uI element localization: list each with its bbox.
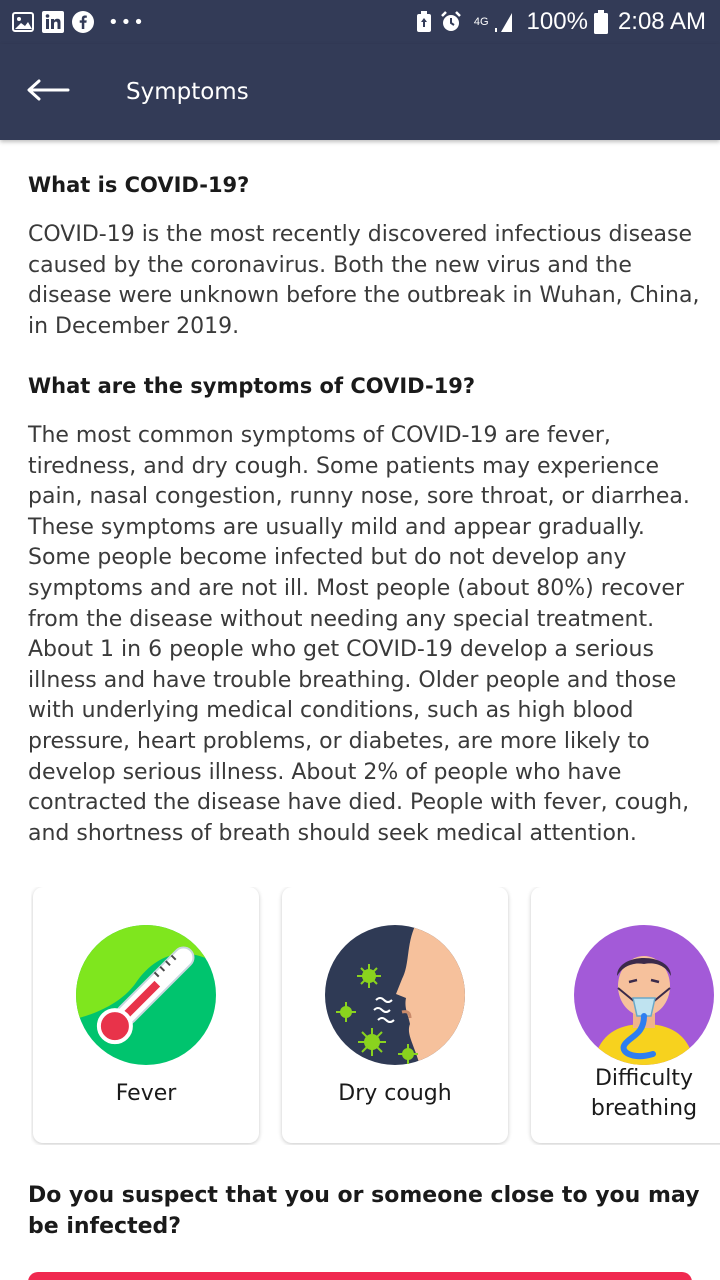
more-dots-icon: ••• [108, 11, 146, 33]
battery-saver-icon [416, 11, 432, 33]
battery-percent: 100% [526, 8, 588, 35]
back-arrow-icon [26, 78, 70, 106]
section-body-symptoms: The most common symptoms of COVID-19 are… [28, 423, 690, 846]
symptom-cards: Fever Dry cough Difficulty breathing [31, 887, 720, 1145]
check-symptoms-button[interactable] [28, 1272, 692, 1280]
facebook-icon [72, 11, 94, 33]
app-bar: Symptoms [0, 44, 720, 140]
battery-icon [593, 10, 608, 34]
page-title: Symptoms [126, 79, 249, 105]
signal-icon [493, 11, 513, 33]
oxygen-mask-icon [573, 924, 715, 1066]
section-heading-symptoms: What are the symptoms of COVID-19? [28, 374, 476, 398]
status-bar-left: ••• [12, 11, 146, 33]
alarm-icon [440, 11, 462, 33]
symptom-card-dry-cough[interactable]: Dry cough [282, 887, 508, 1143]
section-body-what-is: COVID-19 is the most recently discovered… [28, 222, 700, 339]
symptom-card-difficulty-breathing[interactable]: Difficulty breathing [531, 887, 720, 1143]
symptom-label: Difficulty breathing [590, 1066, 698, 1121]
symptom-label: Dry cough [338, 1081, 452, 1106]
clock: 2:08 AM [617, 8, 706, 35]
symptom-card-fever[interactable]: Fever [33, 887, 259, 1143]
linkedin-icon [42, 11, 64, 33]
status-bar-right: 4G 100% 2:08 AM [416, 8, 706, 36]
back-button[interactable] [0, 44, 110, 140]
network-type: 4G [473, 16, 489, 28]
gallery-icon [12, 12, 34, 32]
thermometer-icon [75, 924, 217, 1066]
suspect-infection-question: Do you suspect that you or someone close… [28, 1183, 700, 1239]
cough-icon [324, 924, 466, 1066]
symptom-label: Fever [115, 1081, 177, 1106]
status-bar: ••• 4G 100% 2:08 AM [0, 0, 720, 44]
section-heading-what-is: What is COVID-19? [28, 173, 250, 197]
